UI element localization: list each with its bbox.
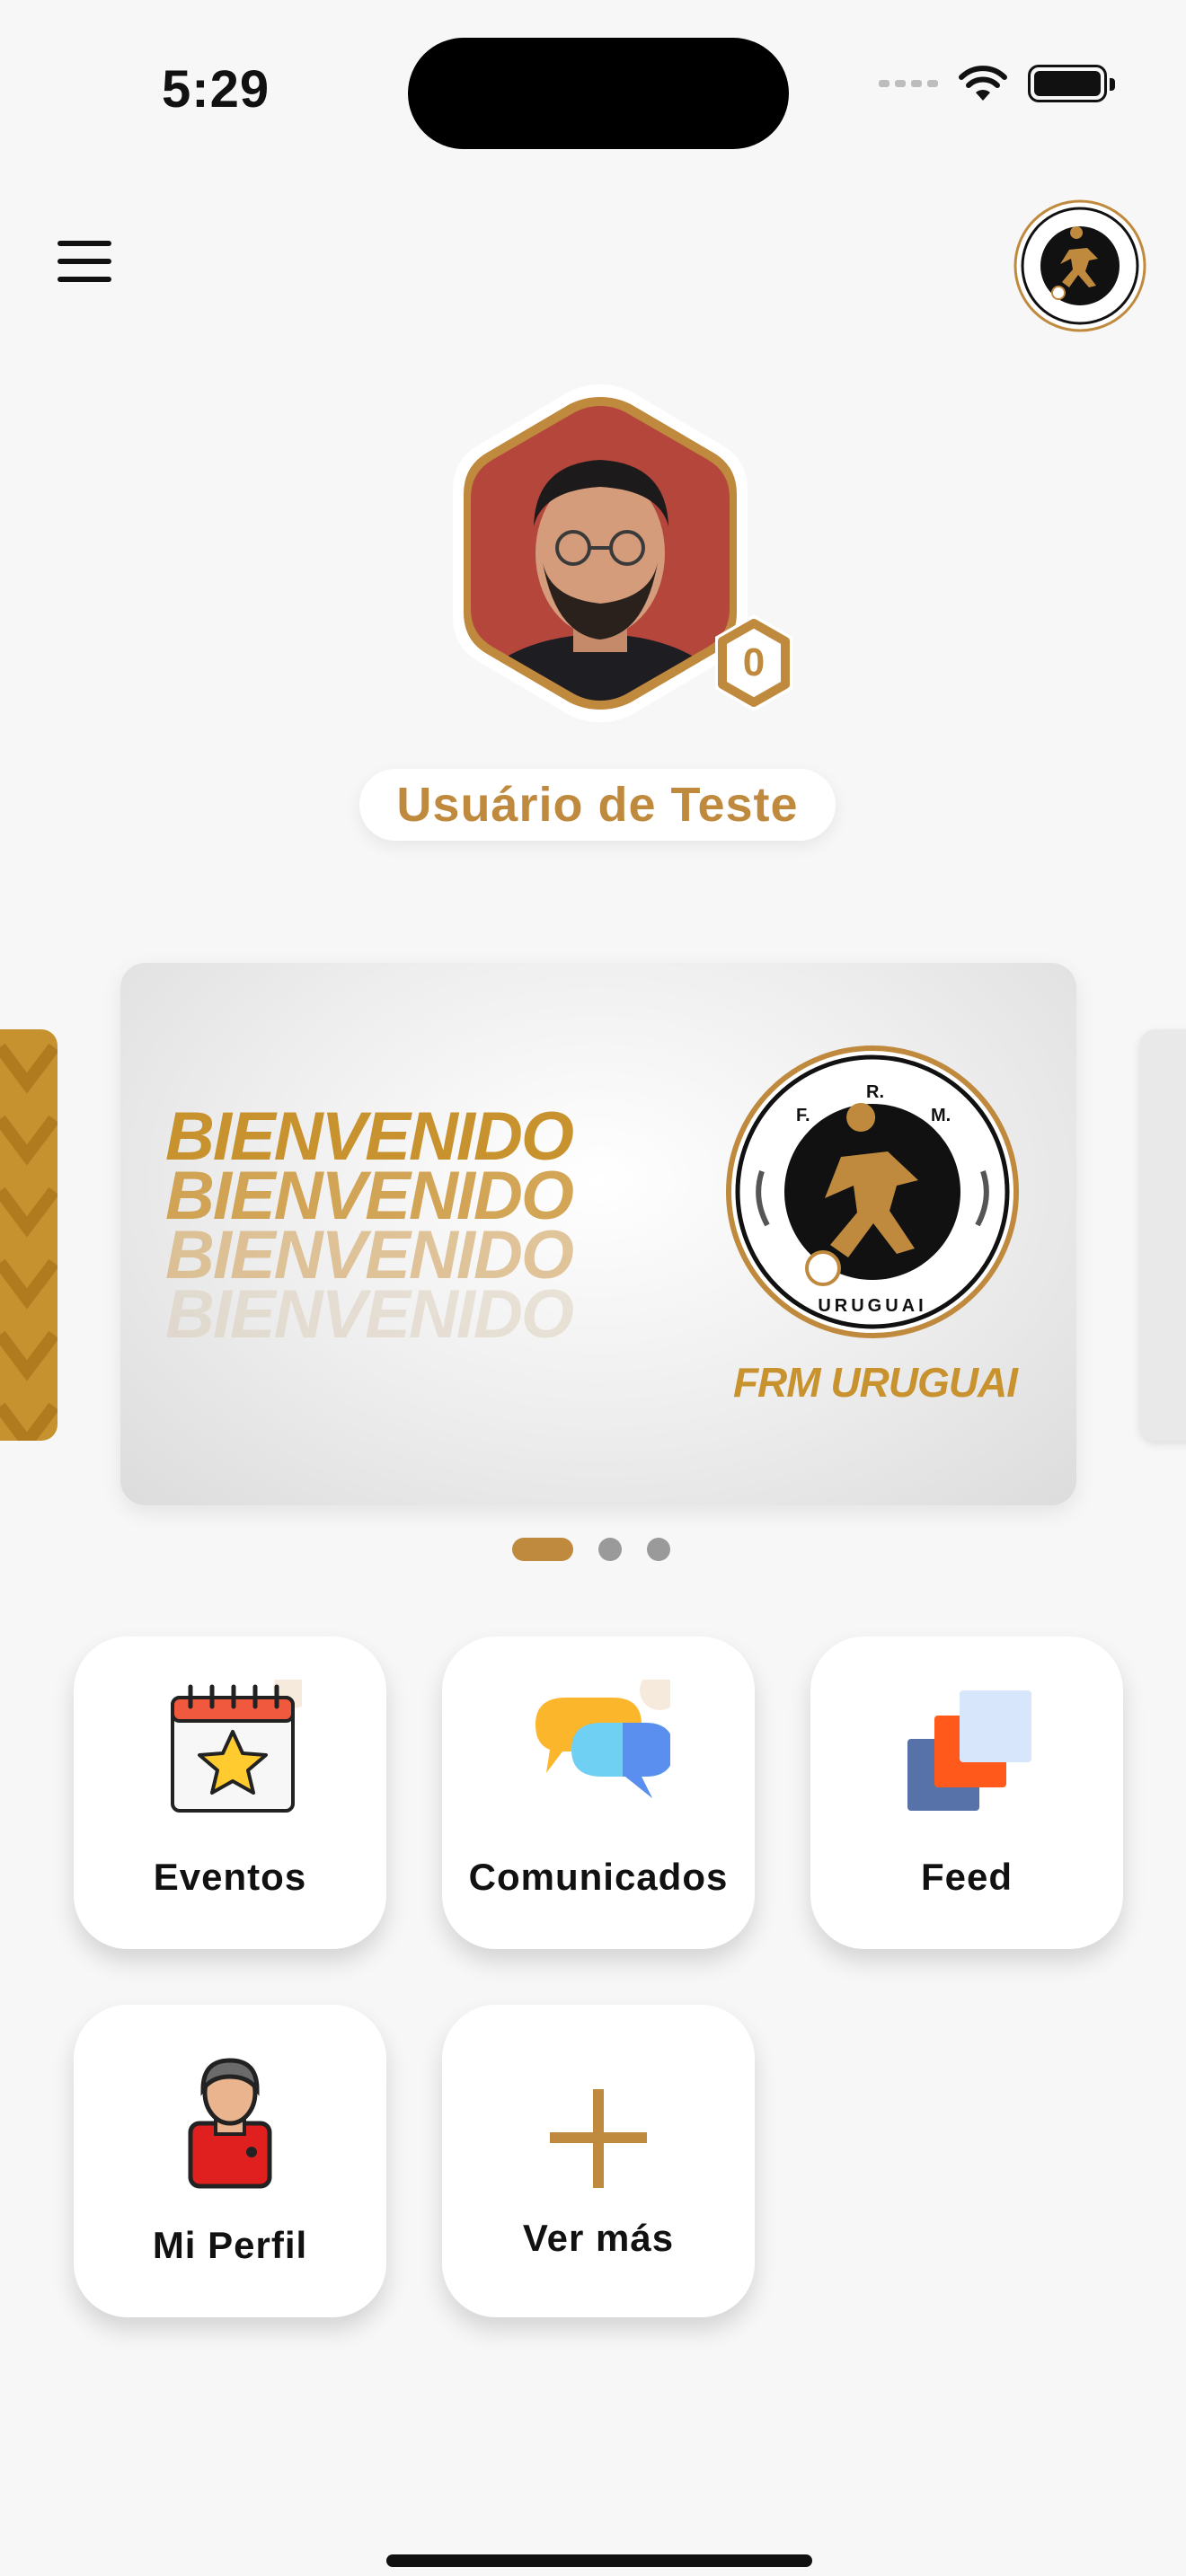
level-badge: 0: [715, 614, 792, 711]
logo-letter-m: M.: [931, 1106, 951, 1125]
cellular-signal-icon: [879, 80, 938, 87]
tile-label: Ver más: [522, 2217, 675, 2259]
banner-caption: FRM URUGUAI: [732, 1359, 1018, 1406]
tile-label: Mi Perfil: [152, 2224, 308, 2266]
pager-dot[interactable]: [598, 1538, 622, 1561]
calendar-star-icon: [171, 1680, 302, 1813]
pager-dot[interactable]: [647, 1538, 670, 1561]
battery-icon: [1028, 65, 1115, 102]
home-indicator[interactable]: [386, 2554, 812, 2567]
status-icons: [879, 65, 1115, 102]
frm-logo-icon: F. R. M. URUGUAI: [726, 1045, 1019, 1338]
chat-bubbles-icon: [535, 1680, 670, 1798]
user-name: Usuário de Teste: [359, 769, 836, 841]
club-logo-icon[interactable]: [1013, 199, 1146, 332]
tile-feed[interactable]: Feed: [810, 1636, 1123, 1949]
dynamic-island: [408, 38, 789, 149]
hamburger-icon: [58, 241, 111, 246]
tile-label: Feed: [920, 1856, 1013, 1898]
pager-dot-active[interactable]: [512, 1538, 573, 1561]
tile-label: Eventos: [153, 1856, 307, 1898]
carousel-slide-prev[interactable]: [0, 1029, 58, 1441]
welcome-banner[interactable]: BIENVENIDO BIENVENIDO BIENVENIDO BIENVEN…: [120, 963, 1076, 1505]
carousel-pager[interactable]: [512, 1538, 670, 1561]
level-value: 0: [743, 640, 765, 684]
carousel-slide-next[interactable]: [1139, 1029, 1186, 1441]
tile-ver-mas[interactable]: Ver más: [442, 2005, 755, 2317]
wifi-icon: [959, 66, 1007, 101]
logo-country: URUGUAI: [818, 1296, 926, 1316]
logo-letter-r: R.: [866, 1082, 884, 1102]
tile-label: Comunicados: [468, 1856, 729, 1898]
plus-icon: [550, 2089, 647, 2188]
status-time: 5:29: [162, 60, 270, 119]
tile-comunicados[interactable]: Comunicados: [442, 1636, 755, 1949]
logo-letter-f: F.: [796, 1106, 810, 1125]
tile-eventos[interactable]: Eventos: [74, 1636, 386, 1949]
stacked-cards-icon: [907, 1690, 1031, 1811]
menu-button[interactable]: [50, 241, 122, 295]
tile-mi-perfil[interactable]: Mi Perfil: [74, 2005, 386, 2317]
user-profile-icon: [188, 2058, 272, 2189]
banner-headline-echo: BIENVENIDO: [165, 1276, 574, 1353]
